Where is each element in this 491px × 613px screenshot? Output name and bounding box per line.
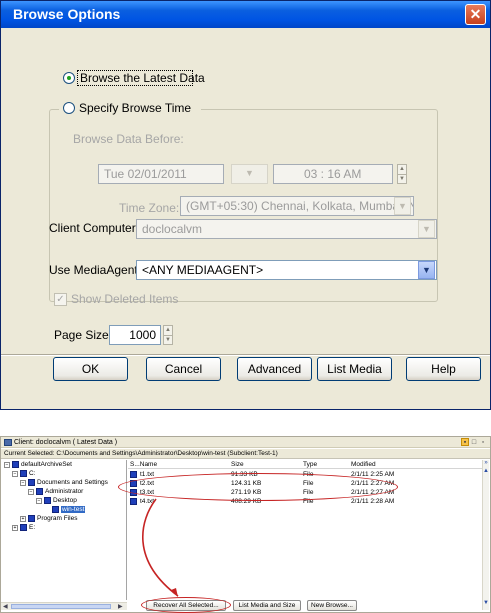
specify-browse-time-radio[interactable] bbox=[63, 102, 75, 114]
date-field[interactable]: Tue 02/01/2011 bbox=[98, 164, 224, 184]
tree-horizontal-scrollbar[interactable]: ◀ ▶ bbox=[1, 602, 127, 610]
use-mediaagent-label: Use MediaAgent bbox=[49, 263, 138, 277]
folder-icon bbox=[28, 515, 35, 522]
tree-item-e-drive[interactable]: E: bbox=[29, 524, 35, 531]
list-media-button[interactable]: List Media bbox=[317, 357, 392, 381]
mediaagent-dropdown-icon[interactable]: ▼ bbox=[418, 261, 435, 279]
folder-tree: − defaultArchiveSet − C: − Documents and… bbox=[1, 460, 127, 600]
help-button[interactable]: Help bbox=[406, 357, 481, 381]
client-computer-dropdown-icon[interactable]: ▼ bbox=[418, 220, 435, 238]
column-name[interactable]: S...Name bbox=[130, 461, 157, 468]
collapse-icon[interactable]: − bbox=[4, 462, 10, 468]
browse-latest-label[interactable]: Browse the Latest Data bbox=[80, 71, 205, 85]
restore-icon[interactable]: □ bbox=[470, 439, 478, 447]
browse-latest-radio[interactable] bbox=[63, 72, 75, 84]
pin-icon[interactable]: ▪ bbox=[461, 438, 469, 446]
annotation-oval-recover bbox=[141, 597, 231, 613]
folder-icon bbox=[44, 497, 51, 504]
scroll-thumb[interactable] bbox=[11, 604, 111, 609]
file-check-icon[interactable] bbox=[130, 471, 137, 478]
file-modified: 2/1/11 2:28 AM bbox=[351, 498, 395, 505]
tree-item-win-test[interactable]: win-test bbox=[61, 506, 86, 513]
dialog-title: Browse Options bbox=[13, 6, 121, 22]
list-media-and-size-button[interactable]: List Media and Size bbox=[233, 600, 301, 611]
browse-options-dialog: Browse Options ✕ Browse the Latest Data … bbox=[0, 0, 491, 410]
expand-icon[interactable]: + bbox=[20, 516, 26, 522]
cancel-button[interactable]: Cancel bbox=[146, 357, 221, 381]
dialog-titlebar[interactable]: Browse Options ✕ bbox=[1, 1, 490, 28]
timezone-dropdown-icon[interactable]: ▼ bbox=[394, 197, 411, 215]
collapse-icon[interactable]: − bbox=[20, 480, 26, 486]
page-size-down-icon[interactable]: ▼ bbox=[164, 335, 172, 344]
advanced-button[interactable]: Advanced bbox=[237, 357, 312, 381]
column-type[interactable]: Type bbox=[303, 461, 317, 468]
folder-icon bbox=[52, 506, 59, 513]
ok-button[interactable]: OK bbox=[53, 357, 128, 381]
maximize-icon[interactable]: ▫ bbox=[479, 439, 487, 447]
button-separator bbox=[1, 354, 490, 356]
page-size-label: Page Size: bbox=[54, 328, 113, 342]
close-button[interactable]: ✕ bbox=[465, 4, 486, 25]
folder-icon bbox=[28, 479, 35, 486]
scroll-up-icon[interactable]: ▲ bbox=[483, 468, 489, 474]
tree-item-desktop[interactable]: Desktop bbox=[53, 497, 77, 504]
client-computer-select[interactable]: doclocalvm bbox=[136, 219, 437, 239]
current-selection-text: Current Selected: C:\Documents and Setti… bbox=[4, 450, 278, 457]
show-deleted-checkbox[interactable]: ✓ bbox=[54, 293, 67, 306]
date-dropdown-button[interactable]: ▼ bbox=[231, 164, 268, 184]
column-modified[interactable]: Modified bbox=[351, 461, 376, 468]
archive-set-icon bbox=[12, 461, 19, 468]
mediaagent-select[interactable]: <ANY MEDIAAGENT> bbox=[136, 260, 437, 280]
scroll-down-icon[interactable]: ▼ bbox=[483, 600, 489, 606]
new-browse-button[interactable]: New Browse... bbox=[307, 600, 357, 611]
timezone-label: Time Zone: bbox=[119, 201, 180, 215]
tree-item-documents-settings[interactable]: Documents and Settings bbox=[37, 479, 108, 486]
file-list-header: S...Name Size Type Modified bbox=[128, 460, 483, 469]
spin-up-icon[interactable]: ▲ bbox=[398, 165, 406, 174]
tree-item-c-drive[interactable]: C: bbox=[29, 470, 36, 477]
show-deleted-label[interactable]: Show Deleted Items bbox=[71, 292, 178, 306]
tree-item-program-files[interactable]: Program Files bbox=[37, 515, 77, 522]
browse-before-label: Browse Data Before: bbox=[73, 132, 184, 146]
time-field[interactable]: 03 : 16 AM bbox=[273, 164, 393, 184]
timezone-select[interactable]: (GMT+05:30) Chennai, Kolkata, Mumbai, N.… bbox=[180, 196, 414, 216]
scroll-left-icon[interactable]: ◀ bbox=[3, 603, 8, 610]
collapse-icon[interactable]: − bbox=[28, 489, 34, 495]
drive-icon bbox=[20, 524, 27, 531]
expand-icon[interactable]: + bbox=[12, 525, 18, 531]
client-icon bbox=[4, 439, 12, 446]
folder-icon bbox=[36, 488, 43, 495]
annotation-oval-files bbox=[118, 473, 398, 501]
client-computer-label: Client Computer: bbox=[49, 221, 140, 235]
tree-item-administrator[interactable]: Administrator bbox=[45, 488, 83, 495]
collapse-icon[interactable]: − bbox=[36, 498, 42, 504]
browse-window-titlebar[interactable]: Client: doclocalvm ( Latest Data ) ▪ □ ▫ bbox=[1, 437, 490, 448]
file-name: t4.txt bbox=[140, 498, 155, 505]
page-size-spinner[interactable]: ▲ ▼ bbox=[163, 325, 173, 345]
column-size[interactable]: Size bbox=[231, 461, 244, 468]
specify-browse-time-label[interactable]: Specify Browse Time bbox=[79, 101, 191, 115]
browse-window-title: Client: doclocalvm ( Latest Data ) bbox=[14, 439, 118, 446]
browse-window: Client: doclocalvm ( Latest Data ) ▪ □ ▫ C… bbox=[0, 436, 491, 613]
window-controls: ▪ □ ▫ bbox=[460, 438, 487, 447]
tree-item-archive-set[interactable]: defaultArchiveSet bbox=[21, 461, 72, 468]
time-spinner[interactable]: ▲ ▼ bbox=[397, 164, 407, 184]
scroll-collapse-icon[interactable]: » bbox=[483, 460, 489, 466]
page-size-up-icon[interactable]: ▲ bbox=[164, 326, 172, 335]
file-list-vertical-scrollbar[interactable]: » ▲ ▼ bbox=[482, 460, 489, 610]
drive-icon bbox=[20, 470, 27, 477]
page-size-input[interactable]: 1000 bbox=[109, 325, 161, 345]
current-selection-bar: Current Selected: C:\Documents and Setti… bbox=[1, 449, 490, 459]
collapse-icon[interactable]: − bbox=[12, 471, 18, 477]
scroll-right-icon[interactable]: ▶ bbox=[118, 603, 123, 610]
file-check-icon[interactable] bbox=[130, 498, 137, 505]
spin-down-icon[interactable]: ▼ bbox=[398, 174, 406, 183]
dialog-body: Browse the Latest Data Specify Browse Ti… bbox=[1, 28, 490, 409]
